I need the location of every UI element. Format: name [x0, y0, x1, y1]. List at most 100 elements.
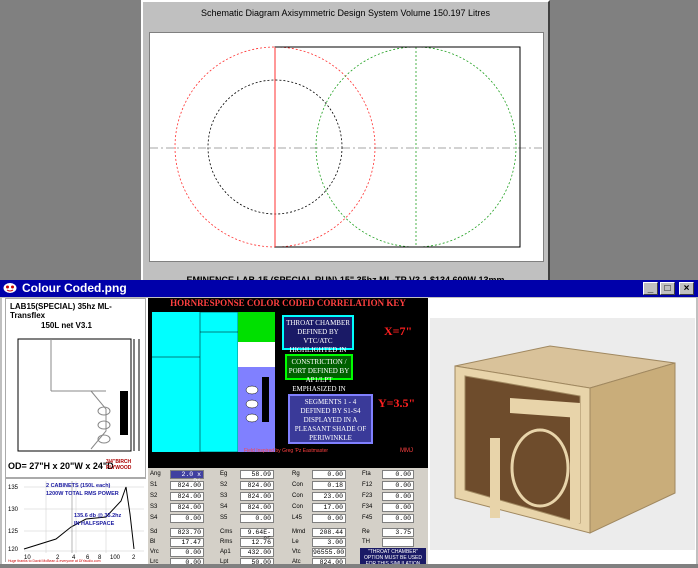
field-label: S4: [150, 515, 158, 521]
field-input[interactable]: 0.00: [170, 558, 204, 564]
field-label: F12: [362, 482, 373, 488]
field-label: Mmd: [292, 529, 306, 535]
field-label: TH: [362, 539, 370, 545]
close-button[interactable]: ×: [679, 282, 694, 295]
window-title: Colour Coded.png: [22, 281, 127, 295]
field-input[interactable]: 0.18: [312, 481, 346, 490]
graph-label: IN HALFSPACE: [74, 521, 115, 527]
field-input[interactable]: 824.00: [240, 503, 274, 512]
field-input[interactable]: 0.00: [240, 514, 274, 523]
y-dimension-label: Y=3.5": [378, 396, 416, 410]
field-label: Ap1: [220, 549, 231, 555]
graph-credit: Huge thanks to David McBean & everyone a…: [8, 559, 101, 563]
throat-chamber-note: "THROAT CHAMBER" OPTION MUST BE USED FOR…: [360, 548, 426, 564]
field-input[interactable]: 96555.00: [312, 548, 346, 557]
field-input[interactable]: 824.00: [170, 503, 204, 512]
graph-label: 135.6 db @ 35.2hz: [74, 513, 121, 519]
cabinet-drawing-panel: LAB15(SPECIAL) 35hz ML-Transflex 150L ne…: [5, 298, 146, 478]
mmj-label: MMJ: [400, 448, 413, 454]
field-label: S3: [220, 493, 228, 499]
field-label: Ang: [150, 471, 161, 477]
field-input[interactable]: 0.00: [382, 503, 414, 512]
constriction-box: CONSTRICTION / PORT DEFINED BY AP1/LPT E…: [285, 354, 353, 402]
window-titlebar[interactable]: Colour Coded.png _ □ ×: [0, 280, 698, 297]
cabinet-subheading: 150L net V3.1: [41, 321, 92, 330]
image-viewer-window: Colour Coded.png _ □ × LAB15(SPECIAL) 35…: [0, 280, 698, 564]
schematic-window: Schematic Diagram Axisymmetric Design Sy…: [141, 0, 550, 299]
segments-box: SEGMENTS 1 - 4 DEFINED BY S1-S4 DISPLAYE…: [288, 394, 373, 444]
field-label: F23: [362, 493, 373, 499]
field-label: Rg: [292, 471, 300, 477]
spl-graph-panel: 135 130 125 120 2 CABINETS (150L each) 1…: [5, 478, 147, 563]
y-tick: 125: [8, 529, 19, 535]
y-tick: 130: [8, 507, 19, 513]
field-input[interactable]: 3.75: [382, 528, 414, 537]
field-input[interactable]: 0.00: [170, 514, 204, 523]
x-dimension-label: X=7": [384, 324, 413, 338]
field-label: F34: [362, 504, 373, 510]
field-label: Sd: [150, 529, 158, 535]
graph-label: 2 CABINETS (150L each): [46, 483, 111, 489]
inspired-label: Field Inspired by Greg 'Pz Eastmaster: [244, 448, 329, 454]
field-label: Lrc: [150, 559, 159, 564]
field-input[interactable]: 0.00: [312, 470, 346, 479]
field-label: S1: [150, 482, 158, 488]
field-input[interactable]: 432.00: [240, 548, 274, 557]
field-input[interactable]: 208.44: [312, 528, 346, 537]
x-tick: 100: [110, 555, 121, 561]
maximize-button[interactable]: □: [660, 282, 675, 295]
field-input[interactable]: 23.00: [312, 492, 346, 501]
field-label: S3: [150, 504, 158, 510]
field-label: Con: [292, 493, 304, 499]
field-input[interactable]: 2.0 x Pi: [170, 470, 204, 485]
cabinet-side-view: [17, 338, 140, 452]
field-label: Cms: [220, 529, 233, 535]
field-input[interactable]: [382, 538, 414, 547]
field-input[interactable]: 0.00: [382, 470, 414, 479]
cabinet-dims: OD= 27"H x 20"W x 24"D: [8, 461, 114, 471]
cabinet-3d-render: [430, 318, 695, 550]
field-label: S5: [220, 515, 228, 521]
field-label: S2: [150, 493, 158, 499]
field-input[interactable]: 12.76: [240, 538, 274, 547]
field-input[interactable]: 50.00: [240, 558, 274, 564]
field-input[interactable]: 9.64E-05: [240, 528, 274, 543]
field-label: Atc: [292, 559, 301, 564]
field-input[interactable]: 17.47: [170, 538, 204, 547]
schematic-drawing: [150, 46, 543, 248]
field-input[interactable]: 823.70: [170, 528, 204, 537]
field-input[interactable]: 824.00: [170, 492, 204, 501]
field-label: Re: [362, 529, 370, 535]
throat-chamber-box: THROAT CHAMBER DEFINED BY VTC/ATC HIGHLI…: [282, 315, 354, 363]
field-input[interactable]: 0.00: [170, 548, 204, 557]
field-input[interactable]: 0.00: [312, 514, 346, 523]
field-label: Vrc: [150, 549, 159, 555]
cabinet-3d-drawing: [454, 345, 676, 534]
field-input[interactable]: 17.00: [312, 503, 346, 512]
field-input[interactable]: 824.00: [312, 558, 346, 564]
field-input[interactable]: 0.00: [382, 514, 414, 523]
field-label: S2: [220, 482, 228, 488]
field-label: Fta: [362, 471, 371, 477]
field-label: L45: [292, 515, 303, 521]
schematic-canvas: [149, 32, 544, 262]
app-icon: [3, 283, 17, 293]
field-input[interactable]: 824.00: [240, 492, 274, 501]
field-input[interactable]: 824.00: [170, 481, 204, 490]
spl-graph: 135 130 125 120 2 CABINETS (150L each) 1…: [6, 479, 147, 563]
field-label: Con: [292, 482, 304, 488]
field-input[interactable]: 0.00: [382, 481, 414, 490]
minimize-button[interactable]: _: [643, 282, 658, 295]
field-input[interactable]: 0.00: [382, 492, 414, 501]
image-content: LAB15(SPECIAL) 35hz ML-Transflex 150L ne…: [2, 298, 696, 564]
field-input[interactable]: 3.00: [312, 538, 346, 547]
field-input[interactable]: 58.09: [240, 470, 274, 479]
field-label: S4: [220, 504, 228, 510]
field-label: Con: [292, 504, 304, 510]
y-tick: 120: [8, 547, 19, 553]
field-input[interactable]: 824.00: [240, 481, 274, 490]
cabinet-heading: LAB15(SPECIAL) 35hz ML-Transflex: [10, 302, 112, 320]
key-header: HORNRESPONSE COLOR CODED CORRELATION KEY: [148, 298, 428, 310]
field-label: Rms: [220, 539, 233, 545]
graph-label: 1200W TOTAL RMS POWER: [46, 491, 119, 497]
